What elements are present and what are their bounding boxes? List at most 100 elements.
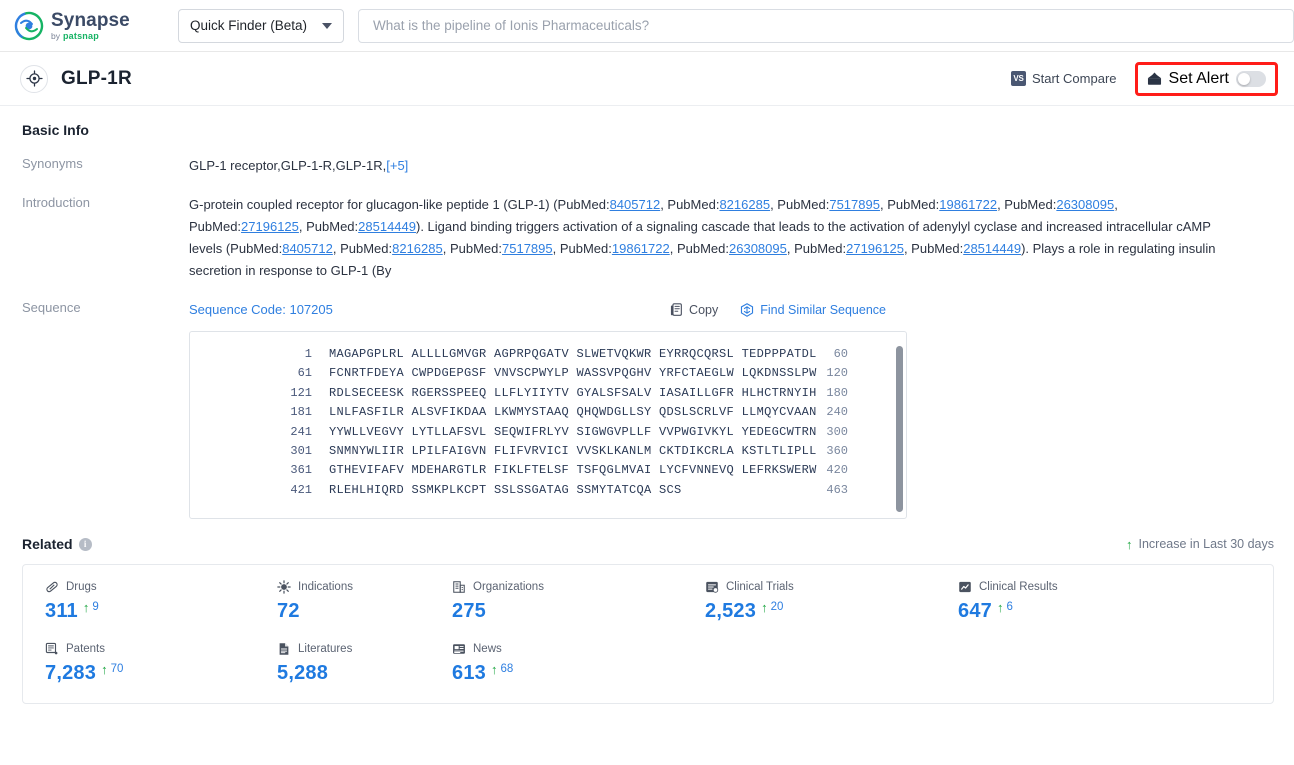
- sequence-code-link[interactable]: Sequence Code: 107205: [189, 299, 333, 321]
- sequence-residues: GTHEVIFAFV MDEHARGTLR FIKLFTELSF TSFQGLM…: [329, 463, 817, 478]
- card-delta-value: 68: [500, 663, 514, 675]
- pubmed-link[interactable]: 8405712: [282, 241, 333, 256]
- introduction-fragment: , PubMed:: [552, 241, 612, 256]
- related-cards: Drugs 311 ↑ 9 Indications 72 Organizations 275 C…: [22, 564, 1274, 704]
- card-delta-value: 20: [770, 601, 784, 613]
- copy-button[interactable]: Copy: [670, 299, 718, 321]
- card-delta-value: 6: [1006, 601, 1013, 613]
- related-card[interactable]: Patents 7,283 ↑ 70: [23, 642, 255, 685]
- title-actions: VS Start Compare Set Alert: [1005, 61, 1280, 96]
- set-alert-toggle[interactable]: [1236, 70, 1266, 87]
- vs-icon: VS: [1010, 71, 1026, 86]
- news-icon: [452, 642, 466, 656]
- synonyms-value: GLP-1 receptor,GLP-1-R,GLP-1R,[+5]: [189, 155, 1274, 177]
- related-card[interactable]: Clinical Results 647 ↑ 6: [936, 580, 1136, 623]
- sequence-start-index: 61: [297, 366, 312, 381]
- set-alert-control[interactable]: Set Alert: [1134, 61, 1278, 96]
- chevron-down-icon: [322, 22, 332, 29]
- introduction-fragment: , PubMed:: [660, 197, 720, 212]
- sequence-residues: RDLSECEESK RGERSSPEEQ LLFLYIIYTV GYALSFS…: [329, 385, 817, 400]
- sequence-start-index: 301: [290, 444, 312, 459]
- card-label: Clinical Results: [979, 581, 1058, 593]
- card-value: 72: [277, 600, 300, 622]
- synonyms-row: Synonyms GLP-1 receptor,GLP-1-R,GLP-1R,[…: [22, 155, 1274, 177]
- card-value: 5,288: [277, 662, 329, 684]
- sequence-start-index: 241: [290, 424, 312, 439]
- pubmed-link[interactable]: 27196125: [846, 241, 904, 256]
- related-card[interactable]: Organizations 275: [430, 580, 683, 623]
- pubmed-link[interactable]: 8216285: [392, 241, 443, 256]
- sequence-start-index: 361: [290, 463, 312, 478]
- copy-label: Copy: [689, 303, 719, 317]
- sequence-line: 301 SNMNYWLIIR LPILFAIGVN FLIFVRVICI VVSK…: [190, 442, 906, 461]
- introduction-fragment: , PubMed:: [786, 241, 847, 256]
- pubmed-link[interactable]: 19861722: [612, 241, 670, 256]
- card-header: Literatures: [277, 642, 430, 656]
- sequence-residues: LNLFASFILR ALSVFIKDAA LKWMYSTAAQ QHQWDGL…: [329, 405, 817, 420]
- sequence-body: Sequence Code: 107205 Copy Find Similar …: [189, 299, 1274, 519]
- sequence-end-index: 360: [826, 444, 848, 459]
- related-card[interactable]: Drugs 311 ↑ 9: [23, 580, 255, 623]
- sequence-line: 181 LNLFASFILR ALSVFIKDAA LKWMYSTAAQ QHQW…: [190, 403, 906, 422]
- related-card[interactable]: Literatures 5,288: [255, 642, 430, 685]
- find-similar-sequence-button[interactable]: Find Similar Sequence: [740, 299, 886, 321]
- sequence-line: 121 RDLSECEESK RGERSSPEEQ LLFLYIIYTV GYAL…: [190, 384, 906, 403]
- arrow-up-icon: ↑: [761, 600, 768, 615]
- pubmed-link[interactable]: 28514449: [963, 241, 1021, 256]
- arrow-up-icon: ↑: [996, 600, 1004, 615]
- start-compare-button[interactable]: VS Start Compare: [1005, 67, 1123, 90]
- sequence-scrollbar[interactable]: [896, 346, 903, 512]
- related-card[interactable]: Clinical Trials 2,523 ↑ 20: [683, 580, 936, 623]
- card-value: 7,283: [45, 662, 97, 684]
- alert-bell-icon: [1147, 72, 1162, 86]
- card-label: Drugs: [66, 581, 97, 593]
- synapse-logo[interactable]: Synapse by patsnap: [14, 11, 164, 41]
- search-box[interactable]: [358, 8, 1294, 43]
- search-input[interactable]: [371, 17, 1281, 34]
- sequence-residues: FCNRTFDEYA CWPDGEPGSF VNVSCPWYLP WASSVPQ…: [329, 366, 817, 381]
- pubmed-link[interactable]: 8216285: [719, 197, 770, 212]
- card-value-row: 7,283 ↑ 70: [45, 661, 255, 685]
- sequence-end-index: 463: [826, 482, 848, 497]
- sequence-end-index: 120: [826, 366, 848, 381]
- card-header: Drugs: [45, 580, 255, 594]
- card-value-row: 2,523 ↑ 20: [705, 599, 936, 623]
- card-header: Clinical Results: [958, 580, 1136, 594]
- target-icon: [20, 64, 48, 93]
- card-value: 275: [452, 600, 486, 622]
- patent-icon: [45, 642, 59, 656]
- quick-finder-dropdown[interactable]: Quick Finder (Beta): [178, 8, 344, 43]
- sequence-start-index: 181: [290, 405, 312, 420]
- introduction-fragment: , PubMed:: [879, 197, 940, 212]
- start-compare-label: Start Compare: [1031, 71, 1117, 86]
- info-icon[interactable]: i: [78, 537, 92, 551]
- pubmed-link[interactable]: 27196125: [241, 219, 299, 234]
- sequence-row: Sequence Sequence Code: 107205 Copy Find…: [22, 299, 1274, 519]
- related-header: Related i ↑ Increase in Last 30 days: [0, 536, 1294, 552]
- top-bar: Synapse by patsnap Quick Finder (Beta): [0, 0, 1294, 52]
- pubmed-link[interactable]: 26308095: [729, 241, 787, 256]
- set-alert-label: Set Alert: [1168, 69, 1229, 87]
- pubmed-link[interactable]: 28514449: [358, 219, 416, 234]
- introduction-row: Introduction G-protein coupled receptor …: [22, 194, 1274, 282]
- related-card[interactable]: Indications 72: [255, 580, 430, 623]
- pubmed-link[interactable]: 19861722: [939, 197, 997, 212]
- related-card[interactable]: News 613 ↑ 68: [430, 642, 683, 685]
- card-label: Organizations: [473, 581, 544, 593]
- sequence-viewer[interactable]: 1 MAGAPGPLRL ALLLLGMVGR AGPRPQGATV SLWETV…: [189, 331, 907, 519]
- pubmed-link[interactable]: 26308095: [1056, 197, 1114, 212]
- sequence-end-index: 180: [826, 385, 848, 400]
- find-similar-label: Find Similar Sequence: [760, 303, 886, 317]
- pubmed-link[interactable]: 7517895: [829, 197, 880, 212]
- introduction-fragment: , PubMed:: [332, 241, 393, 256]
- copy-icon: [670, 303, 683, 317]
- introduction-fragment: , PubMed:: [298, 219, 359, 234]
- pubmed-link[interactable]: 8405712: [610, 197, 661, 212]
- introduction-fragment: , PubMed:: [669, 241, 729, 256]
- card-header: Organizations: [452, 580, 683, 594]
- pill-icon: [45, 580, 59, 594]
- sequence-end-index: 240: [826, 405, 848, 420]
- pubmed-link[interactable]: 7517895: [502, 241, 553, 256]
- card-value-row: 5,288: [277, 661, 430, 685]
- synonyms-more-link[interactable]: [+5]: [386, 158, 408, 173]
